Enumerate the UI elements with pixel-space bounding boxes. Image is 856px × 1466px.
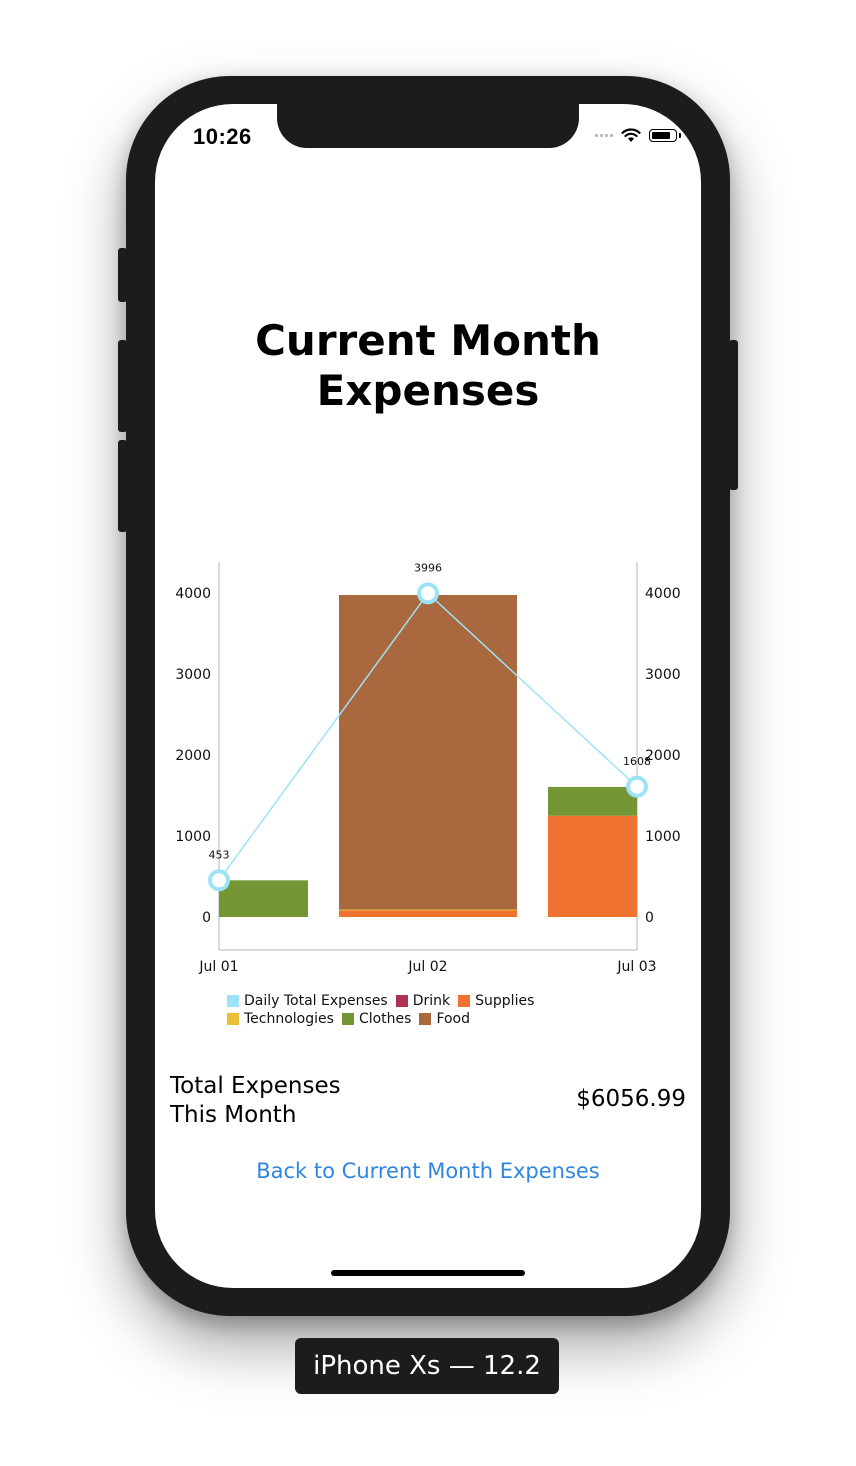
volume-down-button: [118, 440, 127, 532]
point-value-label: 1608: [623, 755, 651, 768]
legend-item[interactable]: Clothes: [341, 1010, 412, 1028]
bar-segment: [339, 595, 517, 910]
chart-legend: Daily Total Expenses Drink Supplies Technol…: [227, 992, 627, 1028]
y-tick-label-left: 4000: [175, 586, 211, 602]
total-point: [208, 869, 230, 892]
legend-swatch: [227, 1013, 239, 1025]
y-tick-label-left: 2000: [175, 748, 211, 764]
legend-swatch: [227, 995, 239, 1007]
total-expenses-value: $6056.99: [576, 1086, 686, 1112]
x-tick-label: Jul 01: [198, 959, 238, 975]
legend-swatch: [458, 995, 471, 1007]
y-tick-label-left: 1000: [175, 829, 211, 845]
legend-label: Technologies: [244, 1011, 334, 1027]
legend-label: Supplies: [475, 993, 535, 1009]
volume-up-button: [118, 340, 127, 432]
legend-item[interactable]: Food: [419, 1010, 470, 1028]
silent-switch: [118, 248, 127, 302]
bar-segment: [219, 880, 308, 917]
legend-label: Daily Total Expenses: [244, 993, 388, 1009]
total-expenses-label: Total Expenses This Month: [170, 1072, 370, 1130]
total-label-line2: This Month: [170, 1102, 297, 1128]
point-value-label: 3996: [414, 561, 442, 574]
y-tick-label-right: 4000: [645, 586, 681, 602]
point-value-label: 453: [209, 848, 230, 861]
y-tick-label-right: 1000: [645, 829, 681, 845]
power-button: [729, 340, 738, 490]
legend-label: Drink: [412, 993, 451, 1009]
home-indicator[interactable]: [331, 1270, 525, 1276]
x-tick-label: Jul 02: [407, 959, 447, 975]
legend-item[interactable]: Technologies: [227, 1010, 334, 1028]
device-label: iPhone Xs — 12.2: [295, 1338, 559, 1394]
bar-segment: [339, 909, 517, 911]
legend-swatch: [419, 1013, 432, 1025]
total-label-line1: Total Expenses: [170, 1073, 341, 1099]
legend-swatch: [395, 995, 408, 1007]
legend-item[interactable]: Daily Total Expenses: [227, 992, 388, 1010]
y-tick-label-right: 0: [645, 910, 654, 926]
bar-segment: [548, 786, 637, 816]
legend-row: Technologies Clothes Food: [227, 1010, 627, 1028]
legend-label: Food: [436, 1011, 471, 1027]
total-point: [626, 775, 648, 798]
legend-item[interactable]: Supplies: [458, 992, 534, 1010]
y-tick-label-right: 3000: [645, 667, 681, 683]
legend-label: Clothes: [358, 1011, 412, 1027]
legend-swatch: [341, 1013, 354, 1025]
y-tick-label-left: 3000: [175, 667, 211, 683]
legend-item[interactable]: Drink: [395, 992, 451, 1010]
bar-segment: [339, 910, 517, 917]
bar-segment: [548, 815, 637, 917]
expenses-chart: 0 01000 10002000 20003000 30004000 4000Jul 01…: [175, 561, 681, 975]
y-tick-label-left: 0: [202, 910, 211, 926]
total-point: [417, 582, 439, 605]
app-screen: 10:26 Current Month Expenses 0 0 1000 1000 2…: [155, 104, 701, 1288]
back-to-current-month-button[interactable]: Back to Current Month Expenses: [155, 1159, 701, 1183]
x-tick-label: Jul 03: [616, 959, 656, 975]
legend-row: Daily Total Expenses Drink Supplies: [227, 992, 627, 1010]
